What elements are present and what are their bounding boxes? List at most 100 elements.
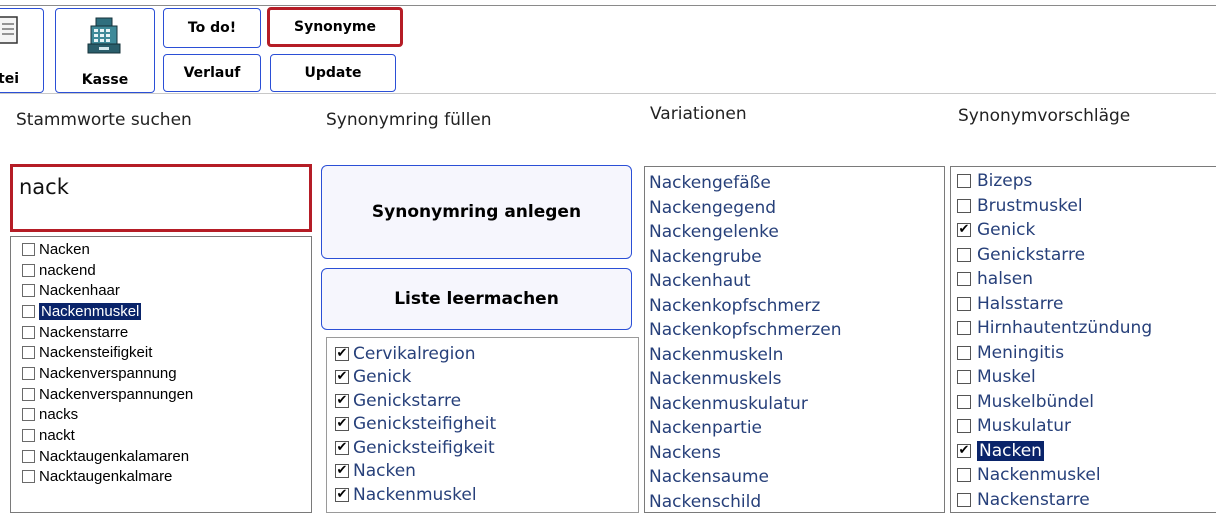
vorschlag-item[interactable]: Meningitis [957, 341, 1216, 366]
synonymring-item[interactable]: ✔ Cervikalregion [335, 342, 638, 366]
checkbox[interactable] [22, 449, 35, 463]
vorschlag-item[interactable]: ✔ Genick [957, 218, 1216, 243]
checkbox[interactable]: ✔ [957, 223, 971, 238]
checkbox[interactable] [22, 325, 35, 339]
checkbox[interactable] [22, 346, 35, 360]
update-button[interactable]: Update [270, 54, 396, 92]
variation-item[interactable]: Nackengegend [649, 196, 944, 221]
vorschlag-item[interactable]: Genickstarre [957, 243, 1216, 268]
stamm-list-item[interactable]: Nackenmuskel [22, 301, 311, 322]
stamm-list-item[interactable]: Nackenstarre [22, 322, 311, 343]
stamm-list-item[interactable]: nackend [22, 260, 311, 281]
synonymring-item[interactable]: ✔ Genicksteifigheit [335, 413, 638, 437]
stamm-list-item[interactable]: nacks [22, 405, 311, 426]
checkbox[interactable]: ✔ [335, 393, 349, 408]
synonymring-item-label: Genicksteifigkeit [353, 437, 495, 458]
vorschlag-item[interactable]: ✔ Nacken [957, 439, 1216, 464]
ring-header: Synonymring füllen [326, 110, 492, 130]
checkbox[interactable] [22, 304, 35, 318]
vorschlag-item[interactable]: Muskulatur [957, 414, 1216, 439]
variation-item[interactable]: Nackenschild [649, 490, 944, 513]
vorschlag-item[interactable]: Muskelbündel [957, 390, 1216, 415]
stamm-list-item[interactable]: Nackenverspannungen [22, 384, 311, 405]
synonymring-item[interactable]: ✔ Nackenmuskel [335, 483, 638, 507]
checkbox[interactable] [22, 263, 35, 277]
liste-leermachen-button[interactable]: Liste leermachen [321, 268, 632, 330]
vorschlag-item[interactable]: Nackenmuskel [957, 463, 1216, 488]
synonymring-item[interactable]: ✔ Nacken [335, 460, 638, 484]
checkbox[interactable] [957, 296, 971, 311]
checkbox[interactable] [957, 345, 971, 360]
todo-button[interactable]: To do! [163, 8, 261, 48]
synonyme-button[interactable]: Synonyme [267, 7, 403, 47]
kasse-button[interactable]: Kasse [55, 8, 155, 93]
vorschlag-item-label: Muskel [977, 367, 1036, 388]
variation-item[interactable]: Nackens [649, 441, 944, 466]
checkbox[interactable] [957, 492, 971, 507]
vorschlaege-header: Synonymvorschläge [958, 106, 1131, 126]
checkbox[interactable] [22, 408, 35, 422]
variation-item[interactable]: Nackenpartie [649, 416, 944, 441]
checkbox[interactable] [957, 247, 971, 262]
checkbox[interactable] [22, 387, 35, 401]
variation-item[interactable]: Nackengefäße [649, 171, 944, 196]
vorschlag-item[interactable]: halsen [957, 267, 1216, 292]
vorschlag-item[interactable]: Bizeps [957, 169, 1216, 194]
search-input[interactable]: nack [10, 164, 312, 232]
checkbox[interactable] [957, 370, 971, 385]
stamm-list-item[interactable]: Nacktaugenkalamaren [22, 446, 311, 467]
checkbox[interactable] [22, 470, 35, 484]
checkbox[interactable] [22, 284, 35, 298]
checkbox[interactable]: ✔ [335, 487, 349, 502]
partial-toolbar-button[interactable]: tei [0, 8, 44, 93]
vorschlag-item[interactable]: Halsstarre [957, 292, 1216, 317]
synonymring-item[interactable]: ✔ Genickstarre [335, 389, 638, 413]
variation-item[interactable]: Nackensaume [649, 465, 944, 490]
stamm-list[interactable]: Nacken nackend Nackenhaar Nackenmuskel Nacke… [10, 236, 312, 513]
checkbox[interactable] [957, 321, 971, 336]
vorschlag-item[interactable]: Brustmuskel [957, 194, 1216, 219]
checkbox[interactable]: ✔ [335, 346, 349, 361]
variation-item[interactable]: Nackengrube [649, 245, 944, 270]
checkbox[interactable] [22, 242, 35, 256]
verlauf-button[interactable]: Verlauf [163, 54, 261, 92]
stamm-list-item[interactable]: Nacktaugenkalmare [22, 467, 311, 488]
checkbox[interactable] [957, 468, 971, 483]
stamm-list-item[interactable]: Nackensteifigkeit [22, 342, 311, 363]
synonymring-item[interactable]: ✔ Genick [335, 366, 638, 390]
checkbox[interactable] [957, 394, 971, 409]
synonymvorschlaege-list[interactable]: Bizeps Brustmuskel ✔ Genick Genickstarre hals… [950, 166, 1216, 513]
vorschlag-item[interactable]: Hirnhautentzündung [957, 316, 1216, 341]
stamm-list-item[interactable]: Nacken [22, 239, 311, 260]
checkbox[interactable] [957, 198, 971, 213]
checkbox[interactable] [957, 419, 971, 434]
checkbox[interactable] [957, 174, 971, 189]
stamm-list-item[interactable]: nackt [22, 425, 311, 446]
checkbox[interactable] [957, 272, 971, 287]
vorschlag-item[interactable]: Nackenstarre [957, 488, 1216, 513]
checkbox[interactable]: ✔ [335, 464, 349, 479]
stamm-list-item[interactable]: Nackenverspannung [22, 363, 311, 384]
variation-item[interactable]: Nackenkopfschmerz [649, 294, 944, 319]
synonymring-list[interactable]: ✔ Cervikalregion ✔ Genick ✔ Genickstarre ✔ Geni… [326, 337, 639, 513]
checkbox[interactable]: ✔ [335, 440, 349, 455]
variation-item[interactable]: Nackengelenke [649, 220, 944, 245]
checkbox[interactable] [22, 429, 35, 443]
vorschlag-item[interactable]: Muskel [957, 365, 1216, 390]
stamm-item-label: Nackenverspannung [39, 364, 177, 382]
variation-item[interactable]: Nackenmuskeln [649, 343, 944, 368]
checkbox[interactable]: ✔ [335, 370, 349, 385]
variation-item[interactable]: Nackenkopfschmerzen [649, 318, 944, 343]
stamm-list-item[interactable]: Nackenhaar [22, 280, 311, 301]
synonymring-anlegen-button[interactable]: Synonymring anlegen [321, 165, 632, 259]
checkbox[interactable] [22, 366, 35, 380]
variation-item[interactable]: Nackenhaut [649, 269, 944, 294]
checkbox[interactable]: ✔ [335, 417, 349, 432]
vorschlag-item-label: Meningitis [977, 342, 1065, 363]
variation-item[interactable]: Nackenmuskulatur [649, 392, 944, 417]
variation-item[interactable]: Nackenmuskels [649, 367, 944, 392]
variationen-list[interactable]: Nackengefäße Nackengegend Nackengelenke Nac… [644, 166, 945, 513]
checkbox[interactable]: ✔ [957, 443, 971, 458]
synonymring-item[interactable]: ✔ Genicksteifigkeit [335, 436, 638, 460]
toolbar-bottom-divider [0, 93, 1216, 94]
